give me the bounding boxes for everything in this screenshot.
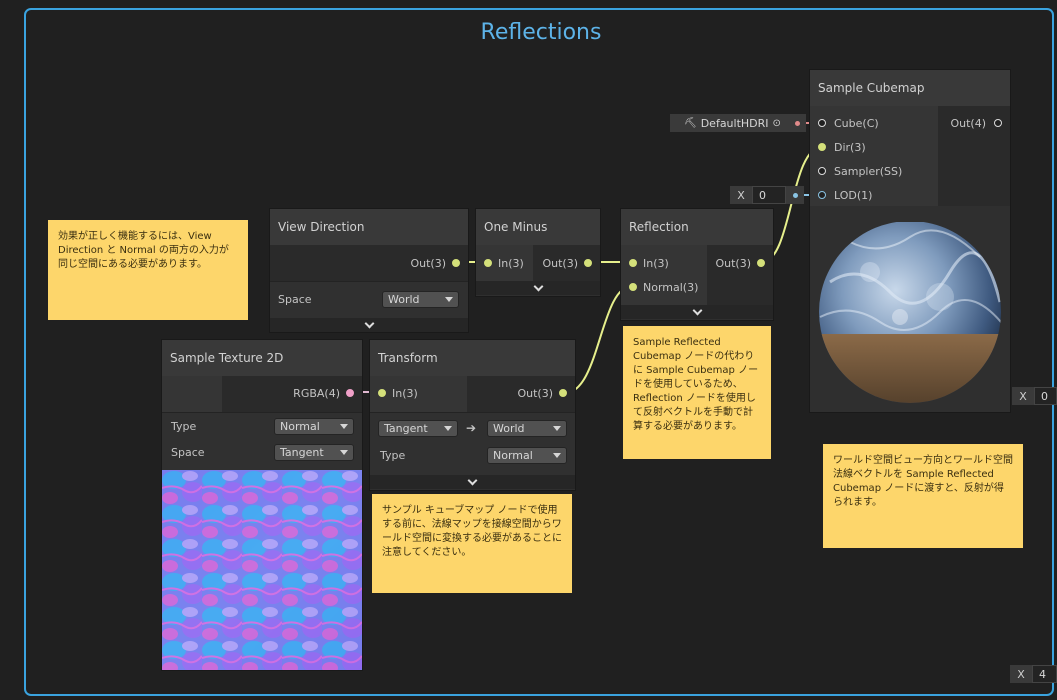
port-in[interactable]: In(3) (629, 256, 669, 270)
port-out-dot[interactable] (584, 259, 592, 267)
normal-map-preview (162, 470, 362, 670)
port-normal-dot[interactable] (629, 283, 637, 291)
node-one-minus[interactable]: One Minus In(3) Out(3) (476, 209, 600, 296)
port-out-dot[interactable] (757, 259, 765, 267)
port-dir[interactable]: Dir(3) (818, 140, 866, 154)
x-label: X (1012, 387, 1034, 405)
chevron-down-icon (553, 426, 561, 431)
port-out-dot[interactable] (994, 119, 1002, 127)
node-title: Transform (370, 340, 575, 376)
lod-port-connector[interactable] (786, 186, 804, 204)
port-cube[interactable]: Cube(C) (818, 116, 879, 130)
x-label: X (730, 186, 752, 204)
sticky-note-1[interactable]: 効果が正しく機能するには、View Direction と Normal の両方… (48, 220, 248, 320)
port-out[interactable]: Out(3) (715, 256, 765, 270)
node-reflection[interactable]: Reflection In(3) Normal(3) Out(3) (621, 209, 773, 320)
bottom-input[interactable]: 4 (1032, 665, 1057, 683)
object-picker-icon[interactable]: ⊙ (773, 118, 781, 129)
port-out-dot[interactable] (452, 259, 460, 267)
preview-value-field[interactable]: X 0 (1012, 387, 1057, 405)
node-sample-cubemap[interactable]: Sample Cubemap Cube(C) Dir(3) Sampler(SS… (810, 70, 1010, 412)
space-label: Space (171, 446, 205, 459)
type-label: Type (380, 449, 406, 462)
x-label: X (1010, 665, 1032, 683)
port-rgba[interactable]: RGBA(4) (293, 386, 354, 400)
lod-value-field[interactable]: X 0 (730, 186, 786, 204)
node-sample-texture-2d[interactable]: Sample Texture 2D RGBA(4) Type Normal Sp… (162, 340, 362, 670)
bottom-value-field[interactable]: X 4 (1010, 665, 1057, 683)
chevron-down-icon (340, 450, 348, 455)
node-title: One Minus (476, 209, 600, 245)
chevron-down-icon (445, 297, 453, 302)
dot-icon (792, 192, 798, 198)
port-out[interactable]: Out(3) (410, 256, 460, 270)
port-in-dot[interactable] (629, 259, 637, 267)
port-normal[interactable]: Normal(3) (629, 280, 698, 294)
port-dir-dot[interactable] (818, 143, 826, 151)
port-out[interactable]: Out(3) (517, 386, 567, 400)
space-dropdown[interactable]: Tangent (274, 444, 354, 461)
to-space-dropdown[interactable]: World (487, 420, 567, 437)
node-title: Reflection (621, 209, 773, 245)
from-space-dropdown[interactable]: Tangent (378, 420, 458, 437)
port-out[interactable]: Out(4) (950, 116, 1002, 130)
port-in-dot[interactable] (378, 389, 386, 397)
chevron-down-icon (364, 318, 374, 328)
port-in-dot[interactable] (484, 259, 492, 267)
type-dropdown[interactable]: Normal (274, 418, 354, 435)
type-label: Type (171, 420, 197, 433)
preview-input[interactable]: 0 (1034, 387, 1057, 405)
hdri-port-connector[interactable] (788, 114, 806, 132)
sticky-note-4[interactable]: ワールド空間ビュー方向とワールド空間法線ベクトルを Sample Reflect… (823, 444, 1023, 548)
node-title: View Direction (270, 209, 468, 245)
port-sampler-dot[interactable] (818, 167, 826, 175)
port-rgba-dot[interactable] (346, 389, 354, 397)
port-cube-dot[interactable] (818, 119, 826, 127)
port-sampler[interactable]: Sampler(SS) (818, 164, 902, 178)
sticky-note-3[interactable]: サンプル キューブマップ ノードで使用する前に、法線マップを接線空間からワールド… (372, 494, 572, 593)
space-dropdown[interactable]: World (382, 291, 459, 308)
expand-button[interactable] (270, 318, 468, 332)
arrow-right-icon: ➔ (466, 421, 477, 435)
group-title[interactable]: Reflections (26, 20, 1056, 45)
port-in[interactable]: In(3) (378, 386, 418, 400)
cubemap-preview-sphere (819, 222, 1001, 403)
port-out-dot[interactable] (559, 389, 567, 397)
expand-button[interactable] (370, 475, 575, 489)
cubemap-icon: ⛏ (684, 117, 697, 129)
chevron-down-icon (533, 281, 543, 291)
port-out[interactable]: Out(3) (542, 256, 592, 270)
node-title: Sample Cubemap (810, 70, 1010, 106)
port-lod[interactable]: LOD(1) (818, 188, 872, 202)
chevron-down-icon (692, 305, 702, 315)
chevron-down-icon (553, 453, 561, 458)
expand-button[interactable] (621, 305, 773, 319)
sticky-note-2[interactable]: Sample Reflected Cubemap ノードの代わりに Sample… (623, 326, 771, 459)
default-hdri-field[interactable]: ⛏ DefaultHDRI ⊙ (670, 114, 788, 132)
node-view-direction[interactable]: View Direction Out(3) Space World (270, 209, 468, 332)
chevron-down-icon (340, 424, 348, 429)
space-label: Space (278, 293, 312, 306)
node-transform[interactable]: Transform In(3) Out(3) Tangent ➔ World T… (370, 340, 575, 490)
node-title: Sample Texture 2D (162, 340, 362, 376)
port-in[interactable]: In(3) (484, 256, 524, 270)
port-lod-dot[interactable] (818, 191, 826, 199)
dot-icon (794, 120, 800, 126)
expand-button[interactable] (476, 281, 600, 295)
lod-input[interactable]: 0 (752, 186, 786, 204)
chevron-down-icon (444, 426, 452, 431)
chevron-down-icon (467, 475, 478, 485)
type-dropdown[interactable]: Normal (487, 447, 567, 464)
